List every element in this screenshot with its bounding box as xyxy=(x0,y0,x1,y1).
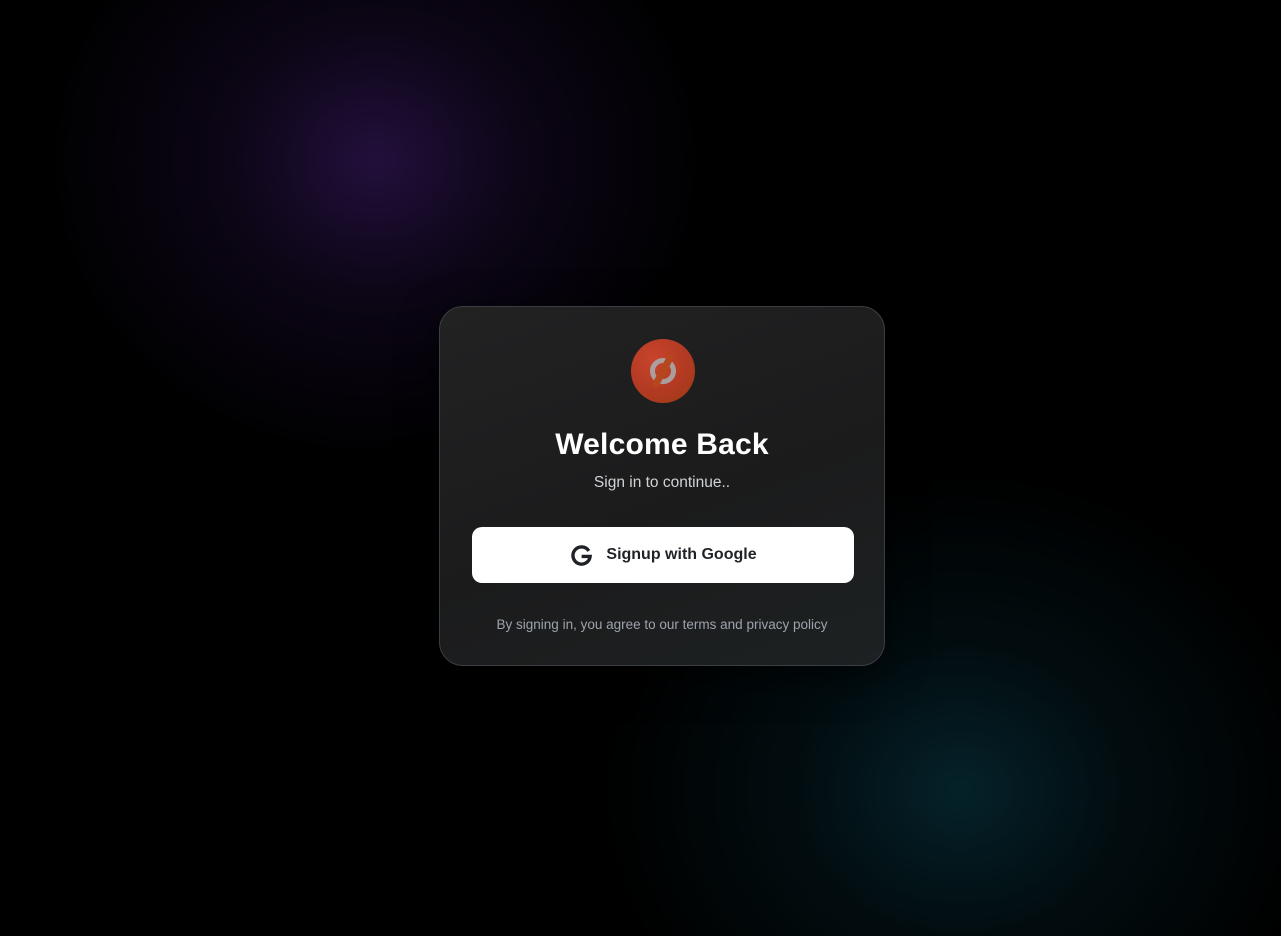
login-page: Welcome Back Sign in to continue.. Signu… xyxy=(0,0,1281,936)
legal-joiner: and xyxy=(716,617,747,632)
app-logo-icon xyxy=(631,339,695,403)
page-subtitle: Sign in to continue.. xyxy=(593,474,731,491)
terms-link[interactable]: terms xyxy=(683,617,717,632)
legal-notice: By signing in, you agree to our terms an… xyxy=(440,616,884,634)
google-signup-label: Signup with Google xyxy=(606,546,757,563)
google-signup-button[interactable]: Signup with Google xyxy=(472,527,854,583)
login-card: Welcome Back Sign in to continue.. Signu… xyxy=(439,306,885,666)
logo-slash-icon xyxy=(650,354,676,388)
google-icon xyxy=(569,543,594,568)
page-title: Welcome Back xyxy=(555,428,769,461)
legal-prefix: By signing in, you agree to our xyxy=(496,617,683,632)
privacy-policy-link[interactable]: privacy policy xyxy=(746,617,827,632)
